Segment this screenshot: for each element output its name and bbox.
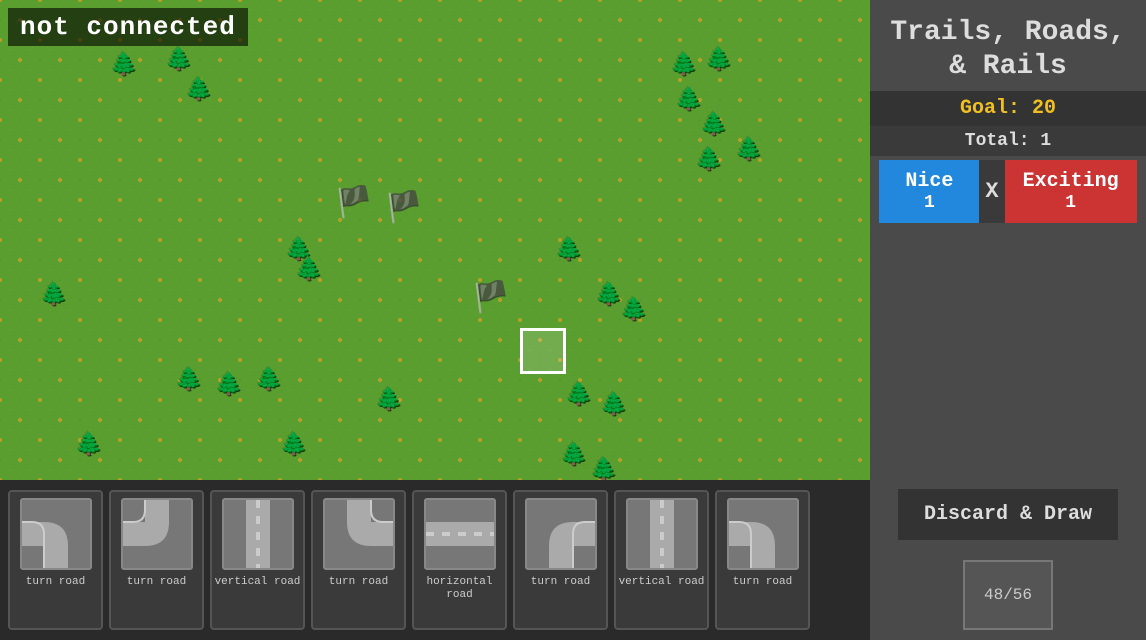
- tree: 🌲: [175, 370, 202, 392]
- cards-container: turn road turn road vertical road turn road…: [8, 490, 810, 630]
- tree: 🌲: [620, 300, 647, 322]
- card-image: [323, 498, 395, 570]
- card-label: vertical road: [215, 576, 301, 589]
- cursor-selection-box: [520, 328, 566, 374]
- tree: 🌲: [565, 385, 592, 407]
- tree: 🌲: [375, 390, 402, 412]
- tree: 🌲: [40, 285, 67, 307]
- deck-counter: 48/56: [963, 560, 1053, 630]
- tree: 🌲: [590, 460, 617, 480]
- total-text: Total: 1: [965, 131, 1051, 151]
- tree: 🌲: [670, 55, 697, 77]
- card-label: horizontal road: [414, 576, 505, 602]
- map-canvas[interactable]: 🌲🌲🌲🌲🌲🌲🌲🌲🌲🌲🌲🌲🌲🌲🌲🌲🌲🌲🌲🌲🌲🌲🌲🌲🌲 🏴🏴🏴 not connec…: [0, 0, 870, 480]
- tree: 🌲: [280, 435, 307, 457]
- game-area: 🌲🌲🌲🌲🌲🌲🌲🌲🌲🌲🌲🌲🌲🌲🌲🌲🌲🌲🌲🌲🌲🌲🌲🌲🌲 🏴🏴🏴 not connec…: [0, 0, 870, 640]
- tree: 🌲: [255, 370, 282, 392]
- tree: 🌲: [735, 140, 762, 162]
- flag: 🏴: [472, 280, 509, 317]
- tree: 🌲: [560, 445, 587, 467]
- tree: 🌲: [695, 150, 722, 172]
- card-image: [222, 498, 294, 570]
- card-label: vertical road: [619, 576, 705, 589]
- card-item[interactable]: turn road: [8, 490, 103, 630]
- card-image: [525, 498, 597, 570]
- card-image: [626, 498, 698, 570]
- tree: 🌲: [595, 285, 622, 307]
- tree: 🌲: [185, 80, 212, 102]
- tree: 🌲: [215, 375, 242, 397]
- x-separator: X: [979, 160, 1004, 223]
- nice-value: 1: [924, 193, 935, 213]
- card-label: turn road: [127, 576, 186, 589]
- card-label: turn road: [329, 576, 388, 589]
- scoring-row: Nice 1 X Exciting 1: [870, 160, 1146, 223]
- not-connected-label: not connected: [8, 8, 248, 46]
- nice-score-box: Nice 1: [879, 160, 979, 223]
- tree: 🌲: [75, 435, 102, 457]
- card-item[interactable]: turn road: [513, 490, 608, 630]
- exciting-score-box: Exciting 1: [1005, 160, 1137, 223]
- tree: 🌲: [675, 90, 702, 112]
- tree: 🌲: [110, 55, 137, 77]
- deck-count-text: 48/56: [984, 586, 1032, 604]
- card-tray: turn road turn road vertical road turn road…: [0, 480, 870, 640]
- right-panel: Trails, Roads, & Rails Goal: 20 Total: 1…: [870, 0, 1146, 640]
- flag: 🏴: [335, 185, 372, 222]
- exciting-label: Exciting: [1023, 170, 1119, 193]
- card-image: [20, 498, 92, 570]
- tree: 🌲: [700, 115, 727, 137]
- goal-bar: Goal: 20: [870, 91, 1146, 126]
- tree: 🌲: [705, 50, 732, 72]
- card-item[interactable]: vertical road: [614, 490, 709, 630]
- goal-text: Goal: 20: [960, 97, 1056, 120]
- card-item[interactable]: horizontal road: [412, 490, 507, 630]
- game-title: Trails, Roads, & Rails: [870, 0, 1146, 91]
- tree: 🌲: [600, 395, 627, 417]
- discard-draw-button[interactable]: Discard & Draw: [898, 489, 1119, 540]
- card-label: turn road: [26, 576, 85, 589]
- card-image: [424, 498, 496, 570]
- card-label: turn road: [733, 576, 792, 589]
- card-label: turn road: [531, 576, 590, 589]
- card-image: [121, 498, 193, 570]
- card-item[interactable]: turn road: [311, 490, 406, 630]
- card-item[interactable]: vertical road: [210, 490, 305, 630]
- exciting-value: 1: [1065, 193, 1076, 213]
- flag: 🏴: [385, 190, 422, 227]
- total-bar: Total: 1: [870, 126, 1146, 156]
- card-item[interactable]: turn road: [715, 490, 810, 630]
- tree: 🌲: [295, 260, 322, 282]
- tree: 🌲: [555, 240, 582, 262]
- tree: 🌲: [165, 50, 192, 72]
- card-item[interactable]: turn road: [109, 490, 204, 630]
- card-image: [727, 498, 799, 570]
- nice-label: Nice: [905, 170, 953, 193]
